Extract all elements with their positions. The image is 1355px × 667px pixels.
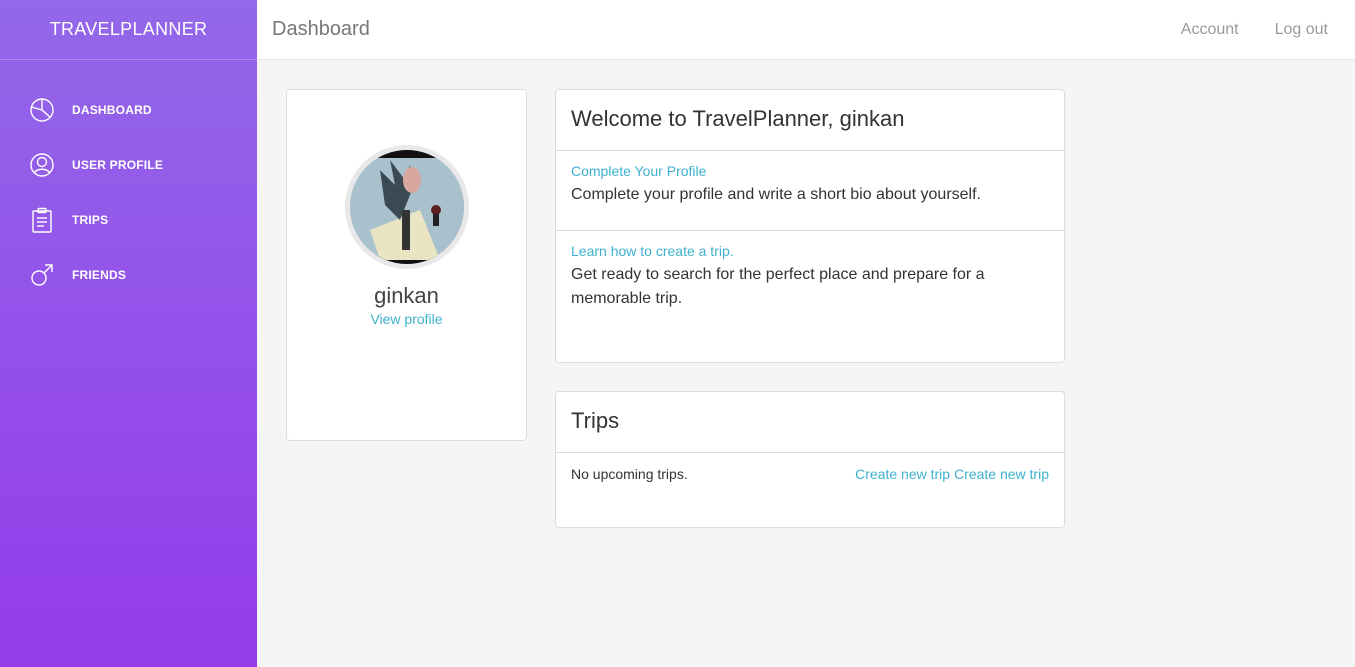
sidebar-item-friends[interactable]: FRIENDS [0,247,257,302]
view-profile-link[interactable]: View profile [370,311,442,327]
account-link[interactable]: Account [1181,21,1239,39]
trips-card: Trips No upcoming trips. Create new trip… [555,391,1065,528]
create-trip-text: Get ready to search for the perfect plac… [571,266,985,307]
complete-profile-link[interactable]: Complete Your Profile [571,163,706,179]
sidebar: TRAVELPLANNER DASHBOARD USER PROFILE TRI… [0,0,257,667]
user-circle-icon [28,151,56,179]
sidebar-item-label: DASHBOARD [72,102,152,117]
sidebar-item-user-profile[interactable]: USER PROFILE [0,137,257,192]
create-trip-section: Learn how to create a trip. Get ready to… [556,230,1064,323]
username: ginkan [374,283,439,308]
welcome-card: Welcome to TravelPlanner, ginkan Complet… [555,89,1065,363]
sidebar-item-label: USER PROFILE [72,157,164,172]
sidebar-item-dashboard[interactable]: DASHBOARD [0,82,257,137]
top-navbar: Dashboard Account Log out [257,0,1355,60]
page-title: Dashboard [272,18,370,40]
logout-link[interactable]: Log out [1275,21,1328,39]
trips-body: No upcoming trips. Create new trip Creat… [556,453,1064,495]
avatar [344,145,469,269]
learn-create-trip-link[interactable]: Learn how to create a trip. [571,243,734,259]
create-new-trip-link[interactable]: Create new trip [954,466,1049,482]
sidebar-nav: DASHBOARD USER PROFILE TRIPS FRIENDS [0,60,257,302]
sidebar-item-label: FRIENDS [72,267,127,282]
create-trip-links: Create new trip Create new trip [855,466,1049,482]
welcome-title: Welcome to TravelPlanner, ginkan [556,90,1064,151]
no-trips-text: No upcoming trips. [571,466,688,482]
complete-profile-text: Complete your profile and write a short … [571,186,981,203]
sidebar-item-label: TRIPS [72,212,109,227]
brand-logo[interactable]: TRAVELPLANNER [0,0,257,60]
pie-chart-icon [28,96,56,124]
male-symbol-icon [28,261,56,289]
sidebar-item-trips[interactable]: TRIPS [0,192,257,247]
create-new-trip-link[interactable]: Create new trip [855,466,950,482]
top-links: Account Log out [1181,21,1340,39]
complete-profile-section: Complete Your Profile Complete your prof… [556,151,1064,230]
profile-card: ginkan View profile [286,89,527,441]
trips-title: Trips [556,392,1064,453]
clipboard-icon [28,206,56,234]
